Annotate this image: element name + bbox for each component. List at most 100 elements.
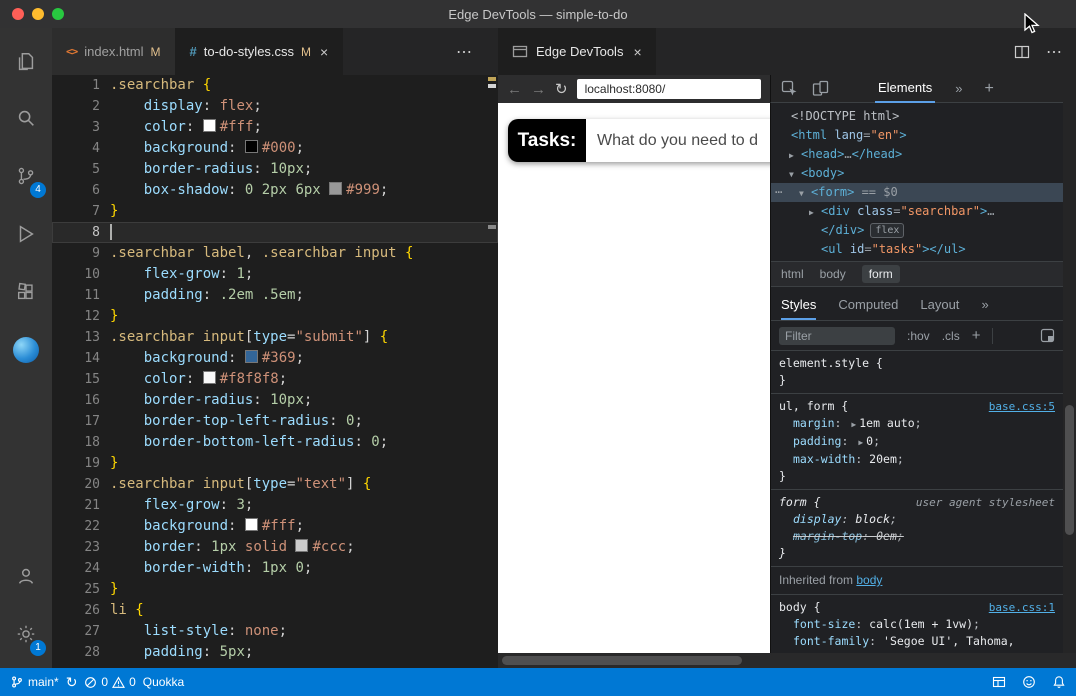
code-line[interactable]: 10 flex-grow: 1; [52, 264, 498, 285]
task-text-input[interactable]: What do you need to d [586, 119, 770, 162]
layout-grid-icon[interactable] [992, 675, 1006, 689]
twisty-icon[interactable]: ▶ [809, 203, 821, 222]
sidebar-item-explorer[interactable] [0, 38, 52, 86]
sidebar-item-run-debug[interactable] [0, 210, 52, 258]
inspect-element-icon[interactable] [781, 80, 798, 97]
breadcrumb-item-form[interactable]: form [862, 265, 900, 283]
code-line[interactable]: 24 border-width: 1px 0; [52, 558, 498, 579]
minimize-window-button[interactable] [32, 8, 44, 20]
code-line[interactable]: 5 border-radius: 10px; [52, 159, 498, 180]
quokka-status-item[interactable]: Quokka [143, 675, 184, 689]
code-line[interactable]: 28 padding: 5px; [52, 642, 498, 663]
twisty-icon[interactable]: ▶ [789, 146, 801, 165]
feedback-smiley-icon[interactable] [1022, 675, 1036, 689]
twisty-icon[interactable]: ▼ [799, 184, 811, 203]
style-rule-selector[interactable]: base.css:1body { [779, 599, 1055, 616]
code-line[interactable]: 27 list-style: none; [52, 621, 498, 642]
code-line[interactable]: 25} [52, 579, 498, 600]
device-emulation-icon[interactable] [812, 80, 829, 97]
code-line[interactable]: 15 color: #f8f8f8; [52, 369, 498, 390]
style-property[interactable]: font-family: 'Segoe UI', Tahoma, [779, 633, 1055, 650]
style-rule-selector[interactable]: user agent stylesheetform { [779, 494, 1055, 511]
code-line[interactable]: 9.searchbar label, .searchbar input { [52, 243, 498, 264]
sidebar-item-source-control[interactable]: 4 [0, 152, 52, 200]
dom-tree-row[interactable]: ▼<body> [771, 164, 1063, 183]
close-tab-icon[interactable]: × [633, 44, 641, 60]
code-line[interactable]: 17 border-top-left-radius: 0; [52, 411, 498, 432]
code-line[interactable]: 18 border-bottom-left-radius: 0; [52, 432, 498, 453]
toggle-hover-state-button[interactable]: :hov [907, 329, 930, 343]
webview-horizontal-scrollbar[interactable] [498, 653, 1076, 668]
flex-badge[interactable]: flex [870, 223, 904, 238]
code-line[interactable]: 11 padding: .2em .5em; [52, 285, 498, 306]
sync-changes-button[interactable]: ↻ [66, 674, 78, 691]
editor-scrollbar[interactable] [484, 75, 498, 668]
new-style-rule-button[interactable]: + [972, 327, 981, 344]
style-property[interactable]: margin: ▶1em auto; [779, 415, 1055, 433]
forward-button[interactable]: → [531, 81, 546, 98]
dom-tree-row[interactable]: </div>flex [771, 221, 1063, 240]
dom-tree-row[interactable]: <html lang="en"> [771, 126, 1063, 145]
inherited-node-link[interactable]: body [856, 573, 882, 587]
split-editor-icon[interactable] [1014, 44, 1030, 60]
tab-elements[interactable]: Elements [875, 75, 935, 103]
tab-overflow-button[interactable]: ⋯ [456, 28, 472, 75]
code-line[interactable]: 23 border: 1px solid #ccc; [52, 537, 498, 558]
code-line[interactable]: 21 flex-grow: 3; [52, 495, 498, 516]
scrollbar-thumb[interactable] [502, 656, 742, 665]
code-line[interactable]: 14 background: #369; [52, 348, 498, 369]
style-property[interactable]: padding: ▶0; [779, 433, 1055, 451]
tab-layout[interactable]: Layout [920, 297, 959, 320]
tab-computed[interactable]: Computed [838, 297, 898, 320]
dom-tree-row[interactable]: ▶<div class="searchbar">… [771, 202, 1063, 221]
branch-status-item[interactable]: main* [10, 675, 59, 689]
style-property[interactable]: display: block; [779, 511, 1055, 528]
code-line[interactable]: 4 background: #000; [52, 138, 498, 159]
more-tabs-chevron[interactable]: » [981, 297, 988, 320]
code-line[interactable]: 8 [52, 222, 498, 243]
twisty-icon[interactable]: ▼ [789, 165, 801, 184]
code-editor[interactable]: 1.searchbar {2 display: flex;3 color: #f… [52, 75, 498, 668]
code-line[interactable]: 22 background: #fff; [52, 516, 498, 537]
settings-button[interactable]: 1 [0, 610, 52, 658]
refresh-button[interactable]: ↻ [555, 80, 568, 98]
style-property[interactable]: font-size: calc(1em + 1vw); [779, 616, 1055, 633]
dom-tree-row[interactable]: ⋯▼<form> == $0 [771, 183, 1063, 202]
styles-filter-input[interactable]: Filter [779, 327, 895, 345]
dom-tree-row[interactable]: <!DOCTYPE html> [771, 107, 1063, 126]
stylesheet-link[interactable]: base.css:1 [989, 599, 1055, 616]
breadcrumb-item-html[interactable]: html [781, 267, 804, 281]
style-property[interactable]: margin-top: 0em; [779, 528, 1055, 545]
code-line[interactable]: 1.searchbar { [52, 75, 498, 96]
page-preview[interactable]: Tasks: What do you need to d [498, 103, 770, 653]
more-panels-chevron[interactable]: » [955, 81, 962, 96]
code-line[interactable]: 26li { [52, 600, 498, 621]
zoom-window-button[interactable] [52, 8, 64, 20]
tab-styles[interactable]: Styles [781, 297, 816, 320]
code-line[interactable]: 7} [52, 201, 498, 222]
code-line[interactable]: 13.searchbar input[type="submit"] { [52, 327, 498, 348]
stylesheet-link[interactable]: base.css:5 [989, 398, 1055, 415]
close-window-button[interactable] [12, 8, 24, 20]
close-tab-icon[interactable]: × [320, 44, 328, 60]
sidebar-item-extensions[interactable] [0, 268, 52, 316]
dom-tree-row[interactable]: ▶<head>…</head> [771, 145, 1063, 164]
tab-edge-devtools[interactable]: Edge DevTools × [498, 28, 656, 75]
editor-group-more-button[interactable]: ⋯ [1046, 42, 1062, 62]
code-line[interactable]: 16 border-radius: 10px; [52, 390, 498, 411]
sidebar-item-search[interactable] [0, 94, 52, 142]
sidebar-item-edge-devtools[interactable] [0, 326, 52, 374]
tab-index-html[interactable]: <> index.html M [52, 28, 176, 75]
webview-vertical-scrollbar[interactable] [1063, 75, 1076, 653]
problems-status-item[interactable]: 0 0 [84, 675, 135, 689]
breadcrumb-item-body[interactable]: body [820, 267, 846, 281]
code-line[interactable]: 3 color: #fff; [52, 117, 498, 138]
node-more-icon[interactable]: ⋯ [775, 183, 782, 202]
style-rule-selector[interactable]: element.style { [779, 355, 1055, 372]
dom-tree-row[interactable]: <ul id="tasks"></ul> [771, 240, 1063, 259]
toggle-class-button[interactable]: .cls [942, 329, 960, 343]
computed-sidebar-toggle-icon[interactable] [1040, 328, 1055, 343]
notifications-bell-icon[interactable] [1052, 675, 1066, 689]
style-rule-selector[interactable]: base.css:5ul, form { [779, 398, 1055, 415]
scrollbar-thumb[interactable] [1065, 405, 1074, 535]
